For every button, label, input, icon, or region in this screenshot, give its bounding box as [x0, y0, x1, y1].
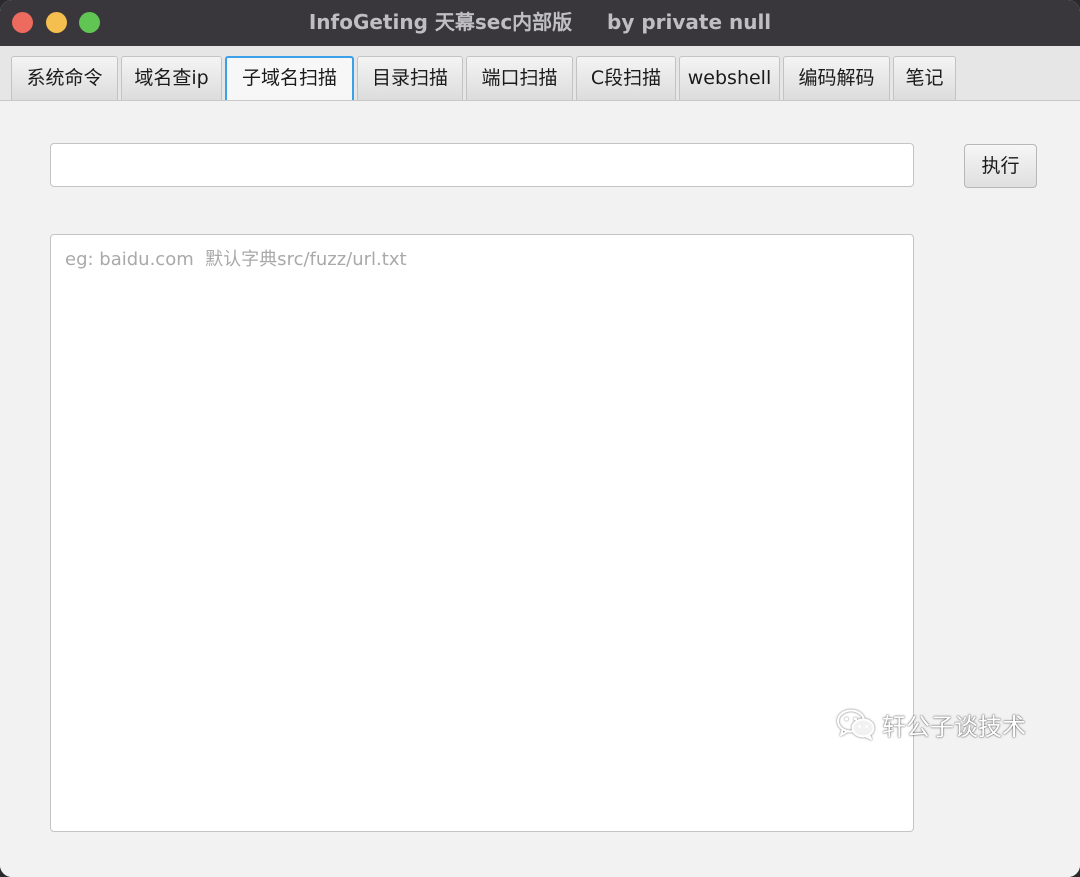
wechat-icon: [837, 709, 875, 740]
window-title: InfoGeting 天幕sec内部版 by private null: [308, 10, 772, 34]
target-domain-input[interactable]: [50, 143, 914, 187]
tab-webshell[interactable]: webshell: [679, 56, 780, 100]
tab-bar: 系统命令 域名查ip 子域名扫描 目录扫描 端口扫描 C段扫描 webshell…: [0, 46, 1080, 101]
watermark-text: 轩公子谈技术: [882, 712, 1026, 741]
tab-domain-ip-lookup[interactable]: 域名查ip: [121, 56, 222, 100]
title-bar[interactable]: InfoGeting 天幕sec内部版 by private null: [0, 0, 1080, 46]
tab-notes[interactable]: 笔记: [893, 56, 956, 100]
tab-port-scan[interactable]: 端口扫描: [466, 56, 573, 100]
scan-output-textarea[interactable]: [50, 234, 914, 832]
execute-button[interactable]: 执行: [964, 144, 1037, 188]
tab-subdomain-scan[interactable]: 子域名扫描: [225, 56, 354, 100]
subdomain-scan-panel: 执行: [0, 101, 1080, 877]
app-window: InfoGeting 天幕sec内部版 by private null 系统命令…: [0, 0, 1080, 877]
watermark: 轩公子谈技术: [836, 706, 1026, 742]
tab-directory-scan[interactable]: 目录扫描: [357, 56, 463, 100]
tab-c-segment-scan[interactable]: C段扫描: [576, 56, 676, 100]
tab-system-command[interactable]: 系统命令: [11, 56, 118, 100]
tab-encode-decode[interactable]: 编码解码: [783, 56, 890, 100]
